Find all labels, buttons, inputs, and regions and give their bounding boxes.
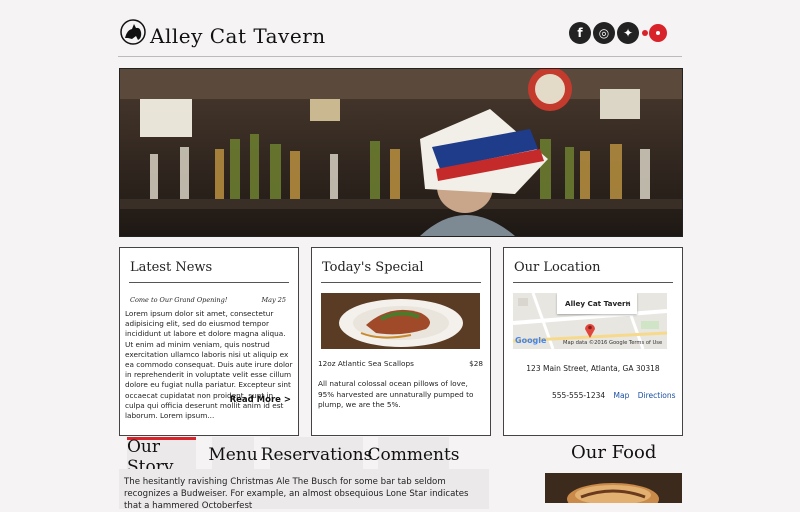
- special-item-name: 12oz Atlantic Sea Scallops: [318, 359, 414, 368]
- facebook-icon[interactable]: f: [569, 22, 591, 44]
- divider: [513, 282, 673, 283]
- site-title[interactable]: Alley Cat Tavern: [150, 24, 326, 48]
- card-title: Today's Special: [322, 260, 424, 275]
- google-logo: Google: [515, 336, 547, 345]
- our-location-card: Our Location Alley Cat Tavern ✕ Google M…: [503, 247, 683, 436]
- special-item-price: $28: [469, 359, 483, 368]
- news-headline[interactable]: Come to Our Grand Opening!: [130, 296, 227, 304]
- map-pin-icon[interactable]: [584, 322, 596, 338]
- map-popup-title: Alley Cat Tavern: [565, 299, 631, 308]
- header-divider: [118, 56, 682, 57]
- flickr-icon[interactable]: [640, 23, 668, 43]
- tab-our-story[interactable]: Our Story: [127, 437, 196, 477]
- twitter-icon[interactable]: ✦: [617, 22, 639, 44]
- address: 123 Main Street, Atlanta, GA 30318: [526, 364, 660, 373]
- map-link[interactable]: Map: [614, 391, 630, 400]
- location-contact-row: 555-555-1234 Map Directions: [552, 391, 676, 400]
- embedded-map[interactable]: Alley Cat Tavern ✕ Google Map data ©2016…: [513, 293, 667, 349]
- card-title: Our Location: [514, 260, 601, 275]
- phone-number[interactable]: 555-555-1234: [552, 391, 605, 400]
- special-description: All natural colossal ocean pillows of lo…: [318, 379, 474, 409]
- directions-link[interactable]: Directions: [638, 391, 676, 400]
- story-text: The hesitantly ravishing Christmas Ale T…: [124, 477, 469, 511]
- todays-special-card: Today's Special 12oz Atlantic Sea Scallo…: [311, 247, 491, 436]
- tab-reservations[interactable]: Reservations: [261, 437, 372, 473]
- logo-cat-icon[interactable]: [120, 18, 146, 46]
- news-headline-row: Come to Our Grand Opening! May 25: [130, 296, 286, 304]
- tab-comments[interactable]: Comments: [367, 437, 460, 473]
- card-title: Latest News: [130, 260, 213, 275]
- map-attribution: Map data ©2016 Google Terms of Use: [563, 340, 663, 346]
- instagram-icon[interactable]: ◎: [593, 22, 615, 44]
- divider: [321, 282, 481, 283]
- read-more-link[interactable]: Read More >: [230, 395, 291, 405]
- close-icon[interactable]: ✕: [625, 293, 631, 314]
- latest-news-card: Latest News Come to Our Grand Opening! M…: [119, 247, 299, 436]
- tab-menu[interactable]: Menu: [208, 437, 258, 473]
- food-image: [545, 473, 682, 503]
- divider: [129, 282, 289, 283]
- special-dish-image: [321, 293, 480, 349]
- news-date: May 25: [261, 296, 286, 304]
- food-section-title: Our Food: [571, 442, 657, 463]
- hero-image: [119, 68, 683, 237]
- map-info-popup: Alley Cat Tavern ✕: [557, 293, 637, 314]
